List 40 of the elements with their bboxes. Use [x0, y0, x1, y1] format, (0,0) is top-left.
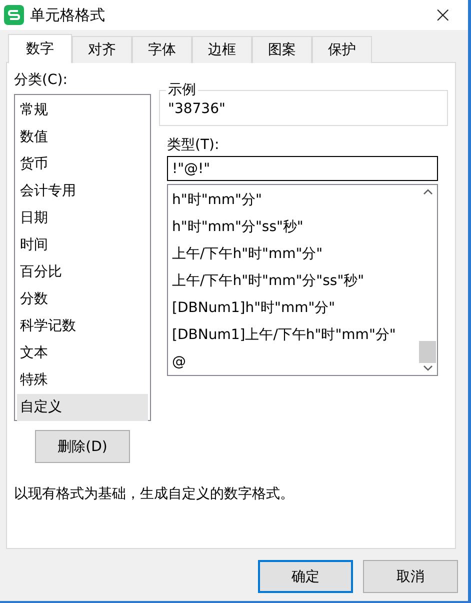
- sample-legend: 示例: [166, 81, 198, 99]
- tab[interactable]: 保护: [312, 36, 372, 63]
- tab[interactable]: 字体: [132, 36, 192, 63]
- tab[interactable]: 边框: [192, 36, 252, 63]
- window-title: 单元格格式: [30, 6, 106, 24]
- sample-value: "38736": [168, 101, 226, 117]
- format-item[interactable]: [DBNum1]上午/下午h"时"mm"分": [172, 322, 414, 349]
- tab[interactable]: 图案: [252, 36, 312, 63]
- category-item[interactable]: 百分比: [17, 259, 148, 286]
- tab[interactable]: 数字: [8, 34, 72, 63]
- cancel-button[interactable]: 取消: [363, 560, 458, 593]
- type-input[interactable]: !"@!": [167, 156, 438, 181]
- format-item[interactable]: [DBNum1]h"时"mm"分": [172, 295, 414, 322]
- category-item[interactable]: 日期: [17, 205, 148, 232]
- category-item[interactable]: 数值: [17, 124, 148, 151]
- scroll-up-icon[interactable]: [422, 189, 432, 195]
- description-text: 以现有格式为基础，生成自定义的数字格式。: [14, 485, 295, 503]
- category-item[interactable]: 时间: [17, 232, 148, 259]
- category-label: 分类(C):: [14, 71, 68, 89]
- format-item[interactable]: 上午/下午h"时"mm"分"ss"秒": [172, 268, 414, 295]
- format-item[interactable]: 上午/下午h"时"mm"分": [172, 241, 414, 268]
- ok-button[interactable]: 确定: [258, 560, 353, 593]
- category-item[interactable]: 文本: [17, 340, 148, 367]
- tab[interactable]: 对齐: [72, 36, 132, 63]
- type-label: 类型(T):: [167, 136, 220, 154]
- close-button[interactable]: ×: [430, 2, 456, 28]
- category-item[interactable]: 自定义: [17, 394, 148, 421]
- delete-button[interactable]: 删除(D): [35, 430, 130, 463]
- category-item[interactable]: 常规: [17, 97, 148, 124]
- category-item[interactable]: 分数: [17, 286, 148, 313]
- format-item[interactable]: @: [172, 349, 414, 376]
- format-item[interactable]: h"时"mm"分"ss"秒": [172, 214, 414, 241]
- scrollbar-thumb[interactable]: [419, 341, 436, 363]
- app-logo-icon: [4, 5, 24, 25]
- category-item[interactable]: 货币: [17, 151, 148, 178]
- category-item[interactable]: 会计专用: [17, 178, 148, 205]
- category-item[interactable]: 科学记数: [17, 313, 148, 340]
- format-item[interactable]: h"时"mm"分": [172, 187, 414, 214]
- scroll-down-icon[interactable]: [422, 365, 432, 371]
- category-item[interactable]: 特殊: [17, 367, 148, 394]
